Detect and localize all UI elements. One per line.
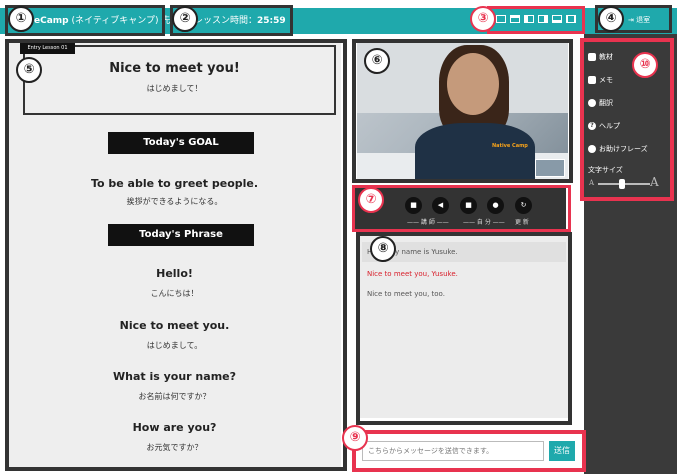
callout-frame-3 xyxy=(487,6,585,34)
callout-badge-4: ④ xyxy=(598,6,624,32)
callout-frame-5 xyxy=(5,39,347,471)
callout-badge-10: ⑩ xyxy=(632,52,658,78)
callout-badge-2: ② xyxy=(172,6,198,32)
callout-badge-3: ③ xyxy=(470,6,496,32)
callout-frame-9 xyxy=(352,430,586,472)
callout-badge-7: ⑦ xyxy=(358,187,384,213)
callout-badge-1: ① xyxy=(8,6,34,32)
callout-frame-10 xyxy=(580,38,674,201)
callout-badge-9: ⑨ xyxy=(342,425,368,451)
callout-badge-6: ⑥ xyxy=(364,48,390,74)
callout-frame-7 xyxy=(352,185,571,232)
callout-badge-5: ⑤ xyxy=(16,57,42,83)
callout-badge-8: ⑧ xyxy=(370,236,396,262)
callout-frame-8 xyxy=(356,232,572,425)
